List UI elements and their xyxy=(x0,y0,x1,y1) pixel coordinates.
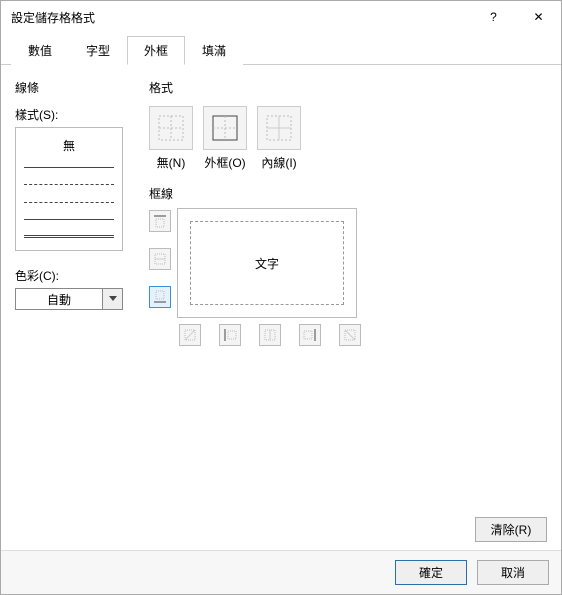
color-dropdown[interactable]: 自動 xyxy=(15,288,123,310)
tab-border[interactable]: 外框 xyxy=(127,36,185,65)
preset-inside-icon xyxy=(265,114,293,142)
preset-inside-label: 內線(I) xyxy=(261,154,296,171)
border-vmid-button[interactable] xyxy=(259,324,281,346)
style-dashed[interactable] xyxy=(24,181,114,189)
style-none[interactable]: 無 xyxy=(24,137,114,154)
border-top-icon xyxy=(153,214,167,228)
close-button[interactable]: ✕ xyxy=(516,1,561,33)
border-vmid-icon xyxy=(263,328,277,342)
help-button[interactable]: ? xyxy=(471,1,516,33)
chevron-down-icon xyxy=(102,289,122,309)
tab-fill[interactable]: 填滿 xyxy=(185,36,243,65)
dialog-footer: 確定 取消 xyxy=(1,550,561,594)
border-left-button[interactable] xyxy=(219,324,241,346)
border-right-icon xyxy=(303,328,317,342)
lines-header: 線條 xyxy=(15,79,131,96)
border-left-icon xyxy=(223,328,237,342)
preset-none-label: 無(N) xyxy=(157,154,186,171)
clear-button[interactable]: 清除(R) xyxy=(475,517,547,542)
title-bar: 設定儲存格格式 ? ✕ xyxy=(1,1,561,33)
border-top-button[interactable] xyxy=(149,210,171,232)
preview-text: 文字 xyxy=(255,255,279,272)
preset-inside-button[interactable] xyxy=(257,106,301,150)
border-preview: 文字 xyxy=(177,208,357,318)
style-label: 樣式(S): xyxy=(15,106,131,123)
style-dashdot[interactable] xyxy=(24,198,114,206)
style-solid[interactable] xyxy=(24,164,114,172)
borders-header: 框線 xyxy=(149,185,547,202)
preset-outline-icon xyxy=(211,114,239,142)
border-diag-up-icon xyxy=(183,328,197,342)
tab-font[interactable]: 字型 xyxy=(69,36,127,65)
border-hmid-button[interactable] xyxy=(149,248,171,270)
cancel-button[interactable]: 取消 xyxy=(477,560,549,585)
preset-none-icon xyxy=(157,114,185,142)
preset-outline-label: 外框(O) xyxy=(204,154,245,171)
border-bottom-icon xyxy=(153,290,167,304)
ok-button[interactable]: 確定 xyxy=(395,560,467,585)
preset-none-button[interactable] xyxy=(149,106,193,150)
border-diag-down-button[interactable] xyxy=(339,324,361,346)
border-bottom-button[interactable] xyxy=(149,286,171,308)
color-value: 自動 xyxy=(16,291,102,308)
tab-strip: 數值 字型 外框 填滿 xyxy=(1,33,561,65)
border-diag-up-button[interactable] xyxy=(179,324,201,346)
style-double[interactable] xyxy=(24,233,114,241)
preset-outline-button[interactable] xyxy=(203,106,247,150)
tab-number[interactable]: 數值 xyxy=(11,36,69,65)
border-diag-down-icon xyxy=(343,328,357,342)
presets-header: 格式 xyxy=(149,79,547,96)
color-label: 色彩(C): xyxy=(15,267,131,284)
border-right-button[interactable] xyxy=(299,324,321,346)
line-style-list[interactable]: 無 xyxy=(15,127,123,251)
style-medium[interactable] xyxy=(24,215,114,223)
window-title: 設定儲存格格式 xyxy=(11,9,471,26)
border-hmid-icon xyxy=(153,252,167,266)
